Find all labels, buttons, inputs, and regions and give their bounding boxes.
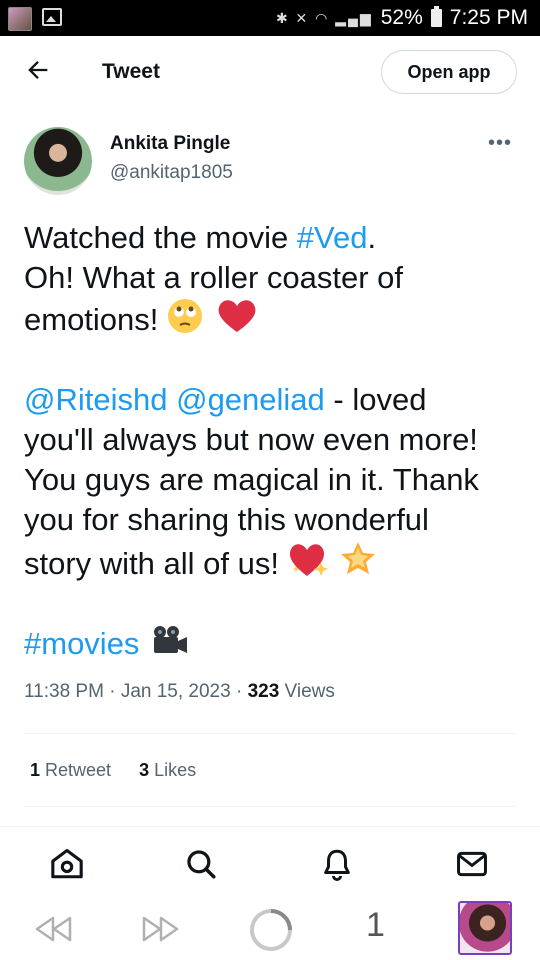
tweet-date[interactable]: Jan 15, 2023	[121, 681, 231, 702]
tweet-line: #movies	[24, 624, 524, 664]
hashtag-movies[interactable]: #movies	[24, 626, 139, 661]
page-title: Tweet	[102, 60, 160, 83]
battery-icon	[430, 6, 442, 27]
separator: ·	[103, 681, 121, 702]
status-bar: ✱ ✕ ◠ ▂▄▆ 52% 7:25 PM	[0, 0, 540, 36]
red-heart-emoji-icon	[218, 300, 256, 332]
mail-icon[interactable]	[455, 847, 489, 881]
tweet-text-segment: - loved	[324, 382, 427, 417]
mention-riteishd[interactable]: @Riteishd	[24, 382, 167, 417]
mention-geneliad[interactable]: @geneliad	[176, 382, 325, 417]
tweet-line: you for sharing this wonderful	[24, 502, 429, 537]
likes-label: Likes	[149, 760, 197, 780]
author-handle[interactable]: @ankitap1805	[110, 162, 233, 184]
arrow-left-icon[interactable]	[24, 56, 52, 84]
profile-thumbnail[interactable]	[458, 901, 512, 955]
tweet-meta: 11:38 PM · Jan 15, 2023 · 323 Views	[24, 681, 335, 703]
tweet-line: story with all of us!	[24, 540, 524, 584]
forward-icon[interactable]	[140, 914, 180, 944]
more-dots-icon[interactable]: •••	[488, 132, 512, 155]
tweet-line: You guys are magical in it. Thank	[24, 462, 479, 497]
clock: 7:25 PM	[449, 6, 528, 29]
tweet-text: Watched the movie #Ved. Oh! What a rolle…	[24, 218, 524, 664]
tweet-spacer	[24, 340, 524, 380]
eye-roll-emoji-icon	[168, 299, 203, 333]
tweet-line: emotions!	[24, 298, 524, 340]
divider	[24, 806, 516, 807]
tweet-time[interactable]: 11:38 PM	[24, 681, 104, 702]
notification-thumbnail	[8, 7, 32, 31]
search-icon[interactable]	[184, 847, 218, 881]
avatar[interactable]	[24, 127, 92, 195]
movie-camera-emoji-icon	[154, 626, 188, 653]
tweet-line: Watched the movie #Ved.	[24, 218, 524, 258]
author-name[interactable]: Ankita Pingle	[110, 133, 230, 155]
tweet-line: Oh! What a roller coaster of	[24, 260, 404, 295]
tweet-spacer	[24, 584, 524, 624]
loading-ring-icon[interactable]	[247, 906, 295, 954]
tweet-text-segment	[167, 382, 176, 417]
hashtag-ved[interactable]: #Ved	[297, 220, 368, 255]
retweet-label: Retweet	[40, 760, 112, 780]
retweet-count: 1	[30, 760, 41, 780]
tweet-text-segment: .	[367, 220, 377, 255]
likes-count-link[interactable]: 3 Likes	[139, 760, 196, 781]
sparkling-heart-emoji-icon	[289, 544, 328, 576]
home-icon[interactable]	[50, 847, 84, 881]
retweet-count-link[interactable]: 1 Retweet	[30, 760, 111, 781]
divider	[24, 733, 516, 734]
glowing-star-emoji-icon	[341, 542, 376, 574]
tweet-text-segment: story with all of us!	[24, 546, 288, 581]
tweet-line: you'll always but now even more!	[24, 422, 478, 457]
bell-icon[interactable]	[320, 847, 354, 881]
tweet-header: Tweet Open app	[0, 36, 540, 112]
connectivity-icons: ✱ ✕ ◠ ▂▄▆	[275, 9, 373, 26]
open-app-button[interactable]: Open app	[381, 50, 517, 94]
tweet-text-segment: emotions!	[24, 302, 168, 337]
image-notification-icon	[42, 8, 62, 26]
tweet-text-segment: Watched the movie	[24, 220, 297, 255]
bottom-navigation	[0, 826, 540, 901]
separator: ·	[230, 681, 248, 702]
likes-count: 3	[139, 760, 150, 780]
tab-count[interactable]: 1	[366, 906, 385, 945]
views-label: Views	[279, 681, 335, 702]
rewind-icon[interactable]	[34, 914, 74, 944]
tweet-line: @Riteishd @geneliad - loved	[24, 380, 524, 420]
views-count: 323	[247, 681, 280, 702]
battery-percent: 52%	[380, 6, 423, 29]
engagement-counts: 1 Retweet 3 Likes	[30, 760, 196, 781]
